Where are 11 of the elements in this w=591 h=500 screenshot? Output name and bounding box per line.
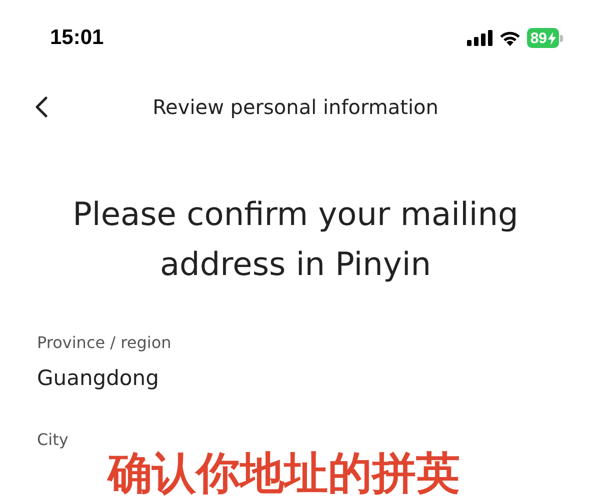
clock-time: 15:01 (50, 26, 104, 50)
field-label: City (37, 430, 68, 449)
caption-text: 确认你地址的拼英 (108, 448, 460, 500)
signal-icon (467, 30, 494, 46)
field-value: Guangdong (37, 366, 159, 390)
page-title: Review personal information (152, 95, 438, 119)
battery-indicator: 89 (527, 28, 559, 48)
page-heading: Please confirm your mailing address in Pinyin (72, 194, 520, 285)
field-label: Province / region (37, 333, 172, 352)
wifi-icon (499, 30, 522, 46)
back-icon[interactable] (34, 96, 48, 118)
